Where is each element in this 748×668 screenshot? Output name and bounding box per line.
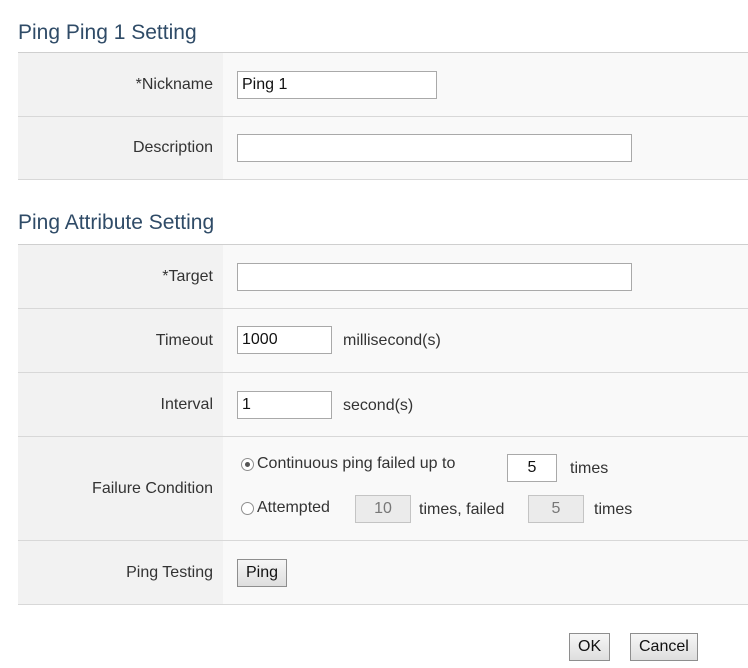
section-title-ping-attribute: Ping Attribute Setting bbox=[18, 211, 215, 234]
target-input[interactable] bbox=[237, 263, 632, 291]
row-interval: Interval second(s) bbox=[18, 373, 748, 437]
row-description: Description bbox=[18, 117, 748, 180]
row-target: *Target bbox=[18, 245, 748, 309]
timeout-input[interactable] bbox=[237, 326, 332, 354]
continuous-text-before: Continuous ping failed up to bbox=[257, 455, 456, 472]
target-label: *Target bbox=[162, 267, 213, 285]
ping-button[interactable]: Ping bbox=[237, 559, 288, 587]
description-input[interactable] bbox=[237, 134, 632, 162]
attempted-failed-input[interactable] bbox=[528, 495, 584, 523]
row-timeout: Timeout millisecond(s) bbox=[18, 309, 748, 373]
continuous-text-after: times bbox=[570, 460, 609, 477]
row-ping-testing: Ping Testing Ping bbox=[18, 541, 748, 605]
interval-unit: second(s) bbox=[343, 397, 414, 414]
continuous-failed-input[interactable] bbox=[507, 454, 557, 482]
row-failure-condition: Failure Condition Continuous ping failed… bbox=[18, 437, 748, 541]
attempted-text-before: Attempted bbox=[257, 499, 330, 516]
interval-label: Interval bbox=[160, 395, 213, 413]
timeout-label: Timeout bbox=[155, 331, 213, 349]
row-nickname: *Nickname bbox=[18, 53, 748, 117]
nickname-label: *Nickname bbox=[135, 75, 213, 93]
nickname-input[interactable] bbox=[237, 71, 437, 99]
radio-continuous[interactable] bbox=[241, 457, 254, 471]
ping-testing-label: Ping Testing bbox=[126, 563, 213, 581]
attempted-text-after: times bbox=[594, 501, 633, 518]
cancel-button[interactable]: Cancel bbox=[630, 633, 698, 661]
attempted-text-middle: times, failed bbox=[419, 501, 505, 518]
radio-attempted[interactable] bbox=[241, 501, 254, 515]
ok-button[interactable]: OK bbox=[569, 633, 611, 661]
failure-option-attempted[interactable]: Attempted bbox=[241, 499, 330, 517]
interval-input[interactable] bbox=[237, 391, 332, 419]
description-label: Description bbox=[132, 139, 213, 156]
section-title-ping-setting: Ping Ping 1 Setting bbox=[18, 21, 197, 44]
failure-option-continuous[interactable]: Continuous ping failed up to bbox=[241, 455, 455, 473]
failure-condition-label: Failure Condition bbox=[92, 479, 213, 497]
ping-setting-page: Ping Ping 1 Setting *Nickname Descriptio… bbox=[0, 0, 748, 668]
timeout-unit: millisecond(s) bbox=[343, 332, 441, 349]
attempted-times-input[interactable] bbox=[355, 495, 411, 523]
